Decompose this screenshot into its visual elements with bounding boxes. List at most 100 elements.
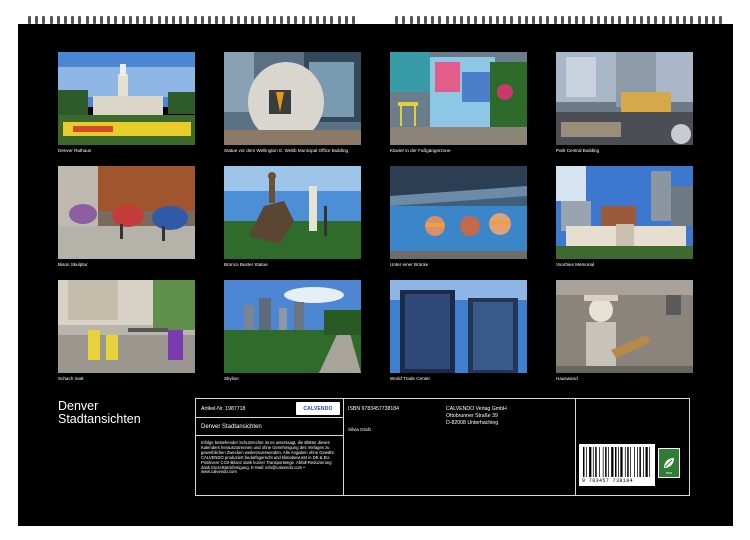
binding-loop xyxy=(150,16,154,24)
binding-loop xyxy=(344,16,348,24)
binding-loop xyxy=(719,16,723,24)
binding-loop xyxy=(589,16,593,24)
photo-caption: Park Central Building xyxy=(556,148,600,153)
binding-loop xyxy=(409,16,413,24)
binding-loop xyxy=(690,16,694,24)
binding-loop xyxy=(510,16,514,24)
binding-loop xyxy=(704,16,708,24)
binding-loop xyxy=(640,16,643,24)
binding-loop xyxy=(121,16,125,24)
binding-loop xyxy=(128,16,132,24)
binding-loop xyxy=(596,16,600,24)
binding-loop xyxy=(172,16,175,24)
calendar-title: Denver Stadtansichten xyxy=(58,400,141,426)
barcode-bar xyxy=(592,447,594,477)
barcode-bar xyxy=(624,447,626,477)
binding-loop xyxy=(424,16,427,24)
barcode-bar xyxy=(589,447,592,477)
binding-loop xyxy=(712,16,715,24)
binding-loop xyxy=(488,16,492,24)
photo-schach-matt xyxy=(58,280,195,373)
title-line-2: Stadtansichten xyxy=(58,412,141,426)
barcode-bar xyxy=(630,447,631,477)
photo-bronco-buster-statue xyxy=(224,166,361,259)
binding-loop xyxy=(618,16,622,24)
binding-loop xyxy=(524,16,528,24)
binding-loop xyxy=(676,16,679,24)
calendar-back-page: Denver Rathaus Statue vor dem Wellington… xyxy=(18,24,733,526)
photo-webb-building-statue xyxy=(224,52,361,145)
binding-loop xyxy=(35,16,39,24)
binding-loop xyxy=(546,16,550,24)
barcode-bar xyxy=(645,447,648,477)
photo-hauswand xyxy=(556,280,693,373)
binding-loop xyxy=(431,16,435,24)
divider xyxy=(196,417,343,418)
divider xyxy=(196,435,343,436)
binding-loop xyxy=(337,16,341,24)
binding-loop xyxy=(683,16,687,24)
barcode-bar xyxy=(599,447,600,477)
binding-loop xyxy=(251,16,255,24)
binding-loop xyxy=(100,16,103,24)
legal-notice: Infolge bestehender Schutzrechte ist es … xyxy=(201,440,335,475)
binding-loop xyxy=(582,16,586,24)
binding-loop xyxy=(258,16,262,24)
photo-caption: World Trade Center xyxy=(390,376,430,381)
barcode-bar xyxy=(615,447,617,477)
binding-loop xyxy=(49,16,53,24)
photo-park-central-building xyxy=(556,52,693,145)
binding-loop xyxy=(229,16,233,24)
binding-loop xyxy=(301,16,305,24)
photo-unter-einer-bruecke xyxy=(390,166,527,259)
article-number: Artikel-Nr. 1987718 xyxy=(201,406,246,412)
binding-loop xyxy=(625,16,629,24)
binding-loop xyxy=(352,16,355,24)
barcode: 9 783457 738184 xyxy=(579,444,655,486)
barcode-bar xyxy=(639,447,641,477)
binding-loop xyxy=(668,16,672,24)
binding-loop xyxy=(517,16,521,24)
author-name: Silvia Drafz xyxy=(348,427,372,432)
binding-loop xyxy=(200,16,204,24)
binding-loop xyxy=(661,16,665,24)
binding-loop xyxy=(136,16,139,24)
binding-loop xyxy=(107,16,111,24)
photo-caption: Bronco Buster Statue xyxy=(224,262,268,267)
binding-loop xyxy=(452,16,456,24)
binding-loop xyxy=(208,16,211,24)
binding-loop xyxy=(654,16,658,24)
binding-loop xyxy=(236,16,240,24)
binding-loop xyxy=(186,16,190,24)
barcode-bar xyxy=(608,447,609,477)
binding-loop xyxy=(56,16,60,24)
binding-loop xyxy=(164,16,168,24)
barcode-bar xyxy=(602,447,604,477)
photo-caption: Skyline xyxy=(224,376,239,381)
binding-loop xyxy=(265,16,269,24)
binding-loop xyxy=(532,16,535,24)
barcode-bar xyxy=(643,447,644,477)
divider xyxy=(343,399,344,495)
barcode-bar xyxy=(611,447,614,477)
photo-caption: Voorhies Memorial xyxy=(556,262,595,267)
binding-loop xyxy=(632,16,636,24)
binding-loop xyxy=(294,16,298,24)
photo-denver-rathaus xyxy=(58,52,195,145)
binding-loop xyxy=(157,16,161,24)
photo-caption: Unter einer Brücke xyxy=(390,262,429,267)
binding-loop xyxy=(287,16,291,24)
binding-loop xyxy=(647,16,651,24)
binding-loop xyxy=(575,16,579,24)
binding-loop xyxy=(481,16,485,24)
binding-loop xyxy=(697,16,701,24)
product-info-box: Artikel-Nr. 1987718 CALVENDO Denver Stad… xyxy=(195,398,690,496)
binding-loop xyxy=(604,16,607,24)
photo-skyline xyxy=(224,280,361,373)
binding-loop xyxy=(445,16,449,24)
binding-loop xyxy=(308,16,312,24)
barcode-bar xyxy=(620,447,623,477)
publisher-name: CALVENDO Verlag GmbH xyxy=(446,406,507,412)
binding-loop xyxy=(496,16,499,24)
binding-loop xyxy=(539,16,543,24)
